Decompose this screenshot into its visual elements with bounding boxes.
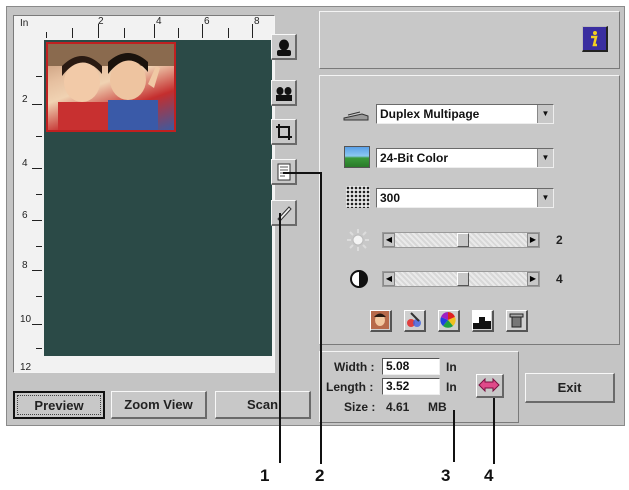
trash-icon — [509, 313, 524, 328]
left-ruler: 2 4 6 8 10 12 — [14, 38, 42, 373]
preview-button[interactable]: Preview — [13, 391, 105, 419]
scan-button[interactable]: Scan — [215, 391, 311, 419]
contrast-slider[interactable]: ◀ ▶ — [382, 271, 540, 287]
measure-tool[interactable] — [271, 200, 297, 226]
brightness-increase[interactable]: ▶ — [527, 233, 539, 247]
unit-toggle-button[interactable] — [476, 374, 504, 398]
double-arrow-icon — [478, 377, 500, 393]
crop-icon — [275, 123, 292, 140]
landscape-icon — [344, 146, 370, 168]
info-icon — [591, 31, 598, 47]
chevron-down-icon[interactable]: ▼ — [537, 105, 553, 123]
color-adjust-button[interactable] — [404, 310, 426, 332]
face-tone-button[interactable] — [370, 310, 392, 332]
brightness-icon — [347, 229, 369, 251]
pencil-icon — [276, 205, 292, 222]
levels-icon — [473, 311, 491, 329]
contrast-decrease[interactable]: ◀ — [383, 272, 395, 286]
preview-image[interactable] — [46, 42, 176, 132]
resolution-value: 300 — [380, 191, 401, 205]
ruler-left-6: 6 — [22, 210, 28, 221]
scan-source-value: Duplex Multipage — [380, 107, 480, 121]
ruler-left-10: 10 — [20, 314, 32, 325]
scan-source-select[interactable]: Duplex Multipage ▼ — [376, 104, 554, 124]
ruler-top-8: 8 — [254, 16, 260, 27]
callout-line-2b — [320, 172, 322, 464]
size-panel: Width : 5.08 In Length : 3.52 In Size : … — [319, 351, 519, 423]
scanner-window: In 2 4 6 8 2 4 6 8 10 12 Preview Zoom Vi… — [6, 6, 625, 426]
callout-line-4 — [493, 398, 495, 464]
multi-crop-tool[interactable] — [271, 80, 297, 106]
reset-button[interactable] — [506, 310, 528, 332]
ruler-left-2: 2 — [22, 94, 28, 105]
brightness-decrease[interactable]: ◀ — [383, 233, 395, 247]
scanner-icon — [343, 111, 369, 121]
callout-3: 3 — [441, 466, 451, 485]
length-label: Length : — [326, 380, 374, 394]
ruler-left-8: 8 — [22, 260, 28, 271]
color-wheel-icon — [440, 312, 456, 328]
chevron-down-icon[interactable]: ▼ — [537, 189, 553, 207]
exit-button[interactable]: Exit — [525, 373, 615, 403]
resolution-select[interactable]: 300 ▼ — [376, 188, 554, 208]
contrast-increase[interactable]: ▶ — [527, 272, 539, 286]
auto-crop-tool[interactable] — [271, 34, 297, 60]
contrast-value: 4 — [556, 272, 563, 286]
callout-2: 2 — [315, 466, 325, 485]
brightness-value: 2 — [556, 233, 563, 247]
top-ruler: In 2 4 6 8 — [14, 16, 274, 38]
brush-icon — [407, 312, 421, 327]
ruler-top-4: 4 — [156, 16, 162, 27]
crop-tool[interactable] — [271, 119, 297, 145]
preview-panel: In 2 4 6 8 2 4 6 8 10 12 — [13, 15, 275, 373]
brightness-slider[interactable]: ◀ ▶ — [382, 232, 540, 248]
zoom-view-button[interactable]: Zoom View — [111, 391, 207, 419]
length-unit: In — [446, 380, 457, 394]
callout-line-3 — [453, 410, 455, 462]
width-unit: In — [446, 360, 457, 374]
portrait-icon — [276, 39, 291, 56]
ruler-top-6: 6 — [204, 16, 210, 27]
contrast-icon — [350, 270, 368, 288]
preview-area[interactable] — [44, 40, 272, 356]
callout-4: 4 — [484, 466, 494, 485]
highlight-shadow-button[interactable] — [472, 310, 494, 332]
size-unit: MB — [428, 400, 447, 414]
info-panel — [319, 11, 620, 69]
contrast-thumb[interactable] — [457, 272, 469, 286]
chevron-down-icon[interactable]: ▼ — [537, 149, 553, 167]
hue-saturation-button[interactable] — [438, 310, 460, 332]
width-label: Width : — [334, 360, 375, 374]
brightness-thumb[interactable] — [457, 233, 469, 247]
length-input[interactable]: 3.52 — [382, 378, 440, 395]
settings-panel: Duplex Multipage ▼ 24-Bit Color ▼ 300 ▼ … — [319, 75, 620, 345]
size-label: Size : — [344, 400, 376, 414]
width-input[interactable]: 5.08 — [382, 358, 440, 375]
ruler-unit: In — [20, 18, 29, 29]
callout-1: 1 — [260, 466, 270, 485]
callout-line-2a — [283, 172, 321, 174]
ruler-left-4: 4 — [22, 158, 28, 169]
size-value: 4.61 — [386, 400, 410, 414]
face-icon — [371, 311, 389, 329]
image-type-select[interactable]: 24-Bit Color ▼ — [376, 148, 554, 168]
callout-line-1 — [279, 213, 281, 463]
ruler-left-12: 12 — [20, 362, 32, 373]
info-button[interactable] — [582, 26, 608, 52]
image-type-value: 24-Bit Color — [380, 151, 449, 165]
multi-portrait-icon — [275, 86, 292, 101]
resolution-icon — [346, 186, 370, 208]
